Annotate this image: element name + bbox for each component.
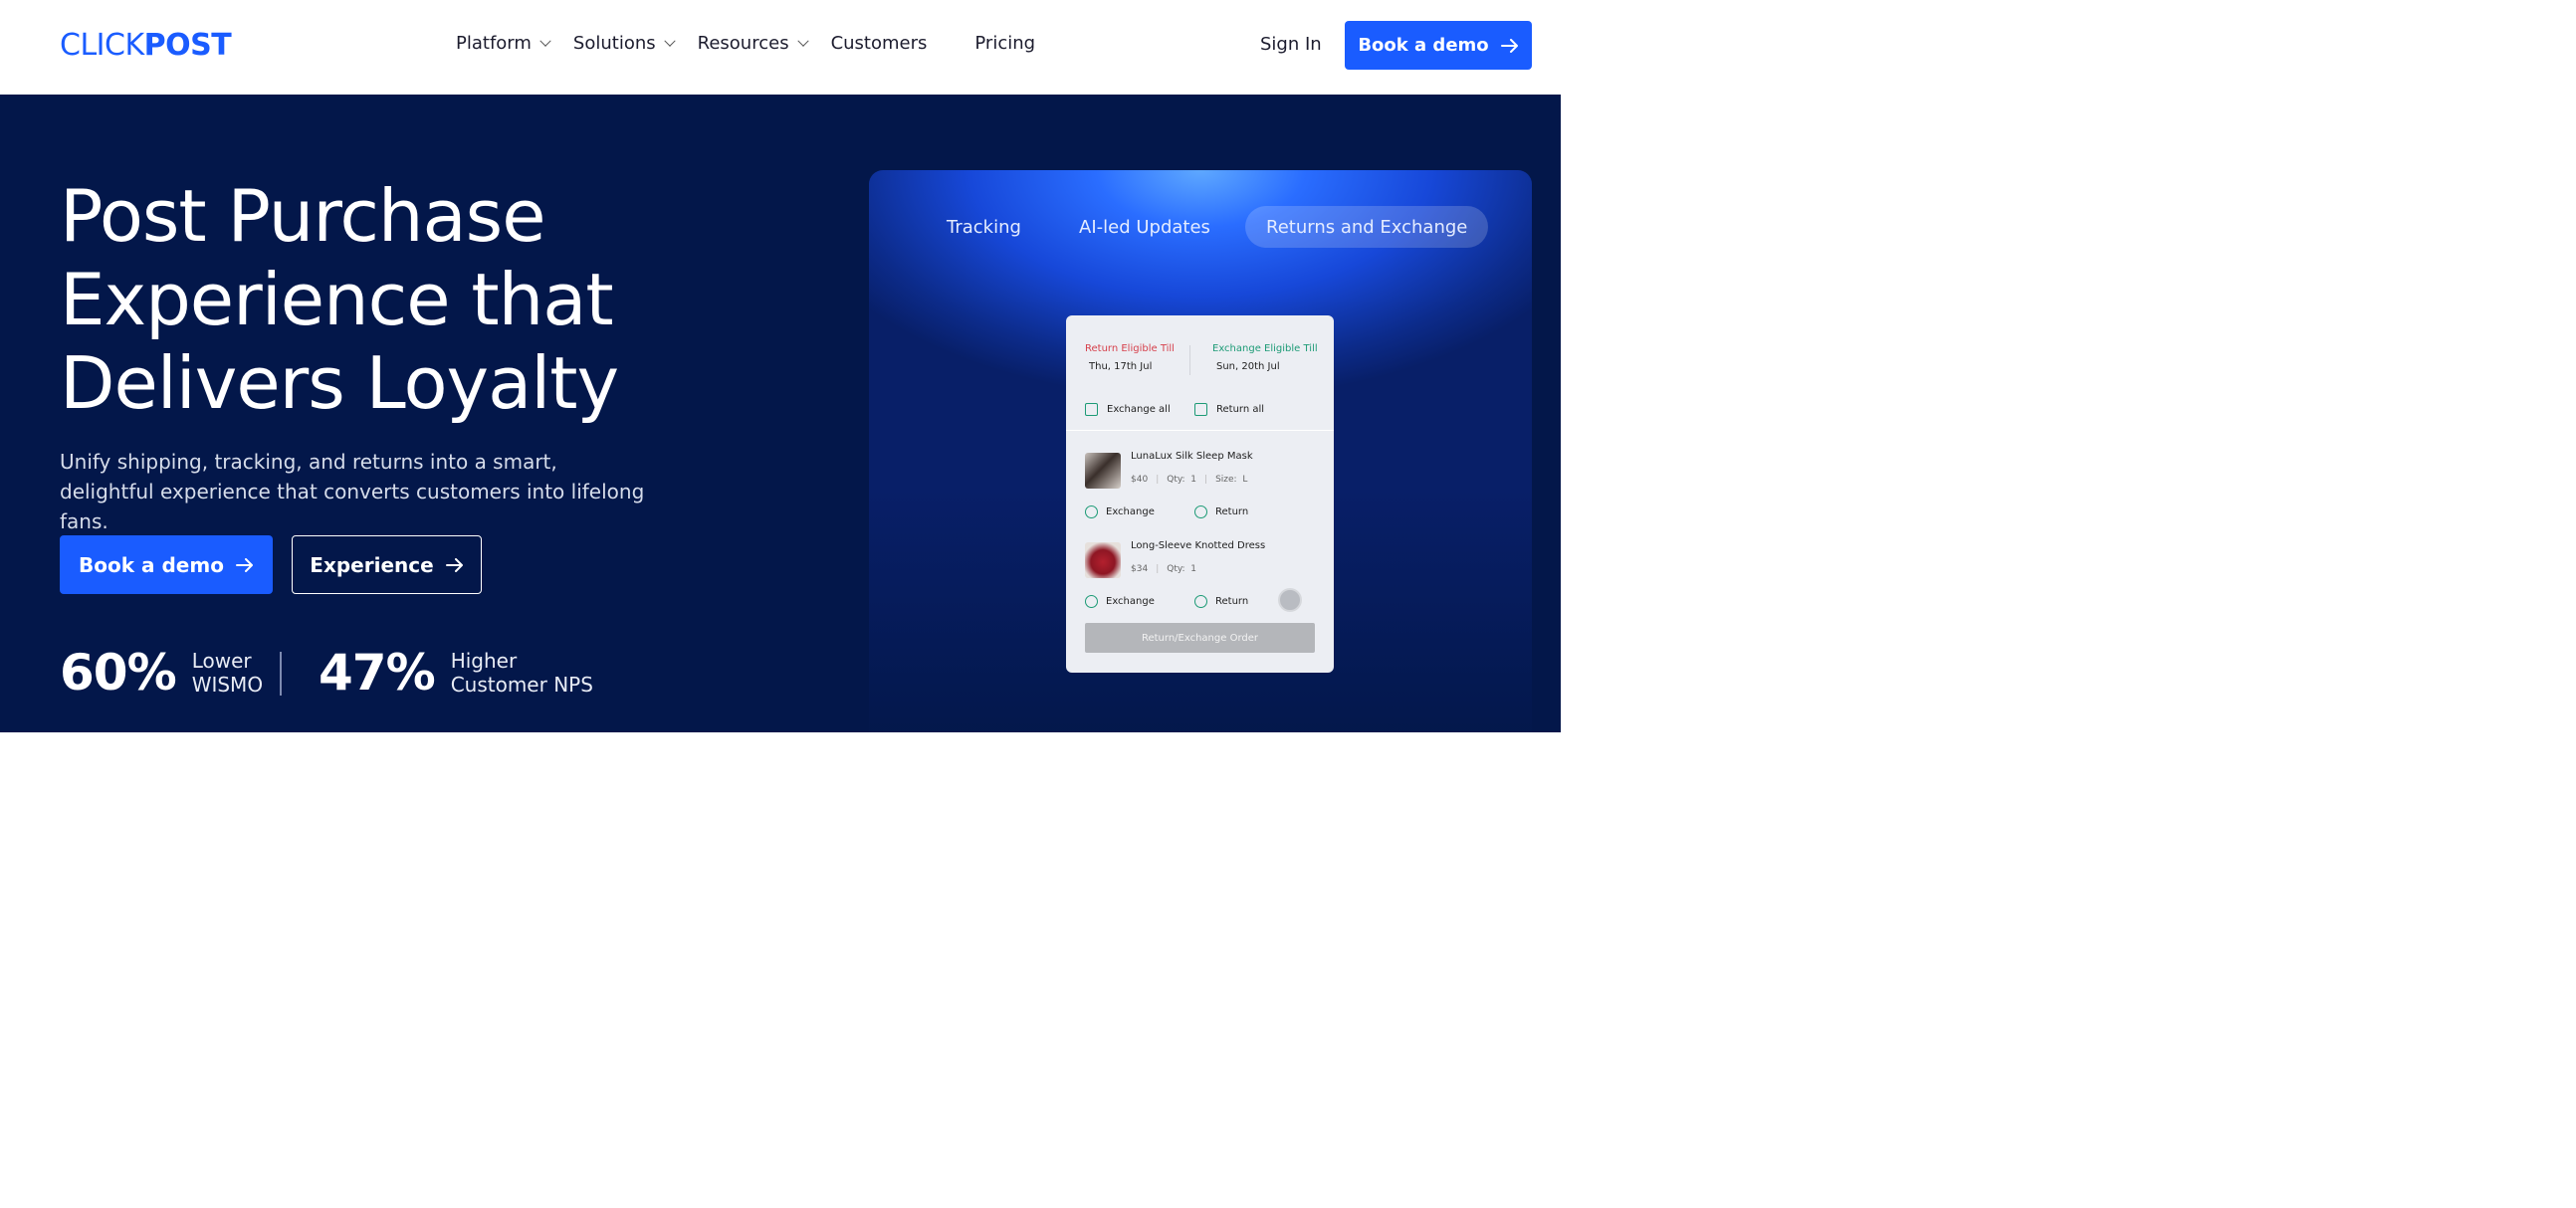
book-demo-label: Book a demo: [1358, 35, 1489, 56]
qty-label: Qty:: [1167, 475, 1185, 485]
exchange-all-label: Exchange all: [1107, 404, 1171, 415]
hero-title-line-2: Experience that: [60, 258, 614, 341]
nav-customers[interactable]: Customers: [831, 33, 928, 54]
nav-pricing[interactable]: Pricing: [974, 33, 1035, 54]
exchange-option-label: Exchange: [1106, 596, 1155, 607]
checkbox-icon: [1194, 403, 1207, 416]
product-thumbnail: [1085, 542, 1121, 578]
tab-ai-led-updates[interactable]: AI-led Updates: [1079, 206, 1210, 248]
product-name: LunaLux Silk Sleep Mask: [1131, 451, 1253, 462]
size-value: L: [1242, 475, 1248, 485]
nav-resources[interactable]: Resources: [697, 33, 809, 54]
nav-solutions[interactable]: Solutions: [572, 33, 676, 54]
product-thumbnail: [1085, 453, 1121, 489]
radio-icon: [1085, 505, 1098, 518]
book-demo-button-header[interactable]: Book a demo: [1345, 21, 1532, 70]
return-eligibility: Return Eligible Till Thu, 17th Jul: [1085, 343, 1175, 372]
exchange-eligibility: Exchange Eligible Till Sun, 20th Jul: [1212, 343, 1318, 372]
main-nav: Platform Solutions Resources Customers P…: [456, 33, 1035, 54]
meta-separator: |: [1204, 475, 1208, 485]
exchange-all-checkbox[interactable]: Exchange all: [1085, 403, 1171, 416]
product-meta: $40 | Qty: 1 | Size: L: [1131, 475, 1247, 485]
showcase-tabs: Tracking AI-led Updates Returns and Exch…: [869, 206, 1532, 248]
exchange-eligible-date: Sun, 20th Jul: [1216, 361, 1280, 372]
hero-title-line-1: Post Purchase: [60, 174, 545, 258]
item2-exchange-radio[interactable]: Exchange: [1085, 595, 1155, 608]
returns-card: Return Eligible Till Thu, 17th Jul Excha…: [1066, 315, 1334, 673]
product-price: $40: [1131, 475, 1149, 485]
arrow-right-icon: [1500, 38, 1519, 53]
size-label: Size:: [1215, 475, 1237, 485]
book-demo-button[interactable]: Book a demo: [60, 535, 273, 594]
nav-solutions-label: Solutions: [572, 33, 656, 54]
qty-label: Qty:: [1167, 564, 1185, 574]
stat-label-line-1: Lower: [191, 649, 252, 673]
hero-section: Post Purchase Experience that Delivers L…: [0, 95, 1561, 732]
qty-value: 1: [1190, 564, 1197, 574]
checkbox-icon: [1085, 403, 1098, 416]
nav-customers-label: Customers: [830, 33, 928, 54]
return-exchange-order-button[interactable]: Return/Exchange Order: [1085, 623, 1315, 653]
stat-label: Lower WISMO: [192, 649, 263, 697]
return-eligible-date: Thu, 17th Jul: [1089, 361, 1153, 372]
hero-title-line-3: Delivers Loyalty: [60, 341, 619, 425]
product-showcase-panel: Tracking AI-led Updates Returns and Exch…: [869, 170, 1532, 732]
nav-pricing-label: Pricing: [974, 33, 1036, 54]
product-name: Long-Sleeve Knotted Dress: [1131, 540, 1266, 551]
stat-divider: [280, 652, 282, 696]
chevron-down-icon: [539, 35, 551, 47]
hero-subtitle: Unify shipping, tracking, and returns in…: [60, 450, 645, 533]
item1-exchange-radio[interactable]: Exchange: [1085, 505, 1155, 518]
radio-icon: [1194, 595, 1207, 608]
stat-label-line-2: WISMO: [191, 673, 264, 697]
item1-return-radio[interactable]: Return: [1194, 505, 1248, 518]
eligibility-divider: [1189, 345, 1190, 375]
return-all-label: Return all: [1216, 404, 1265, 415]
stat-value: 60%: [60, 644, 177, 702]
stat-label-line-1: Higher: [450, 649, 518, 673]
arrow-right-icon: [445, 557, 464, 572]
meta-separator: |: [1156, 564, 1160, 574]
nav-platform-label: Platform: [456, 33, 532, 54]
stat-value: 47%: [319, 644, 436, 702]
return-all-checkbox[interactable]: Return all: [1194, 403, 1264, 416]
stat-wismo: 60% Lower WISMO: [60, 644, 263, 702]
radio-icon: [1194, 505, 1207, 518]
stat-label: Higher Customer NPS: [451, 649, 593, 697]
sign-in-link[interactable]: Sign In: [1260, 34, 1322, 55]
book-demo-label: Book a demo: [79, 552, 224, 577]
hero-title: Post Purchase Experience that Delivers L…: [60, 174, 717, 425]
nav-resources-label: Resources: [697, 33, 789, 54]
return-option-label: Return: [1215, 506, 1249, 517]
logo-light-text: CLICK: [60, 28, 144, 63]
return-eligible-label: Return Eligible Till: [1085, 343, 1175, 354]
tab-tracking[interactable]: Tracking: [947, 206, 1021, 248]
exchange-option-label: Exchange: [1106, 506, 1155, 517]
qty-value: 1: [1190, 475, 1197, 485]
item2-return-radio[interactable]: Return: [1194, 595, 1248, 608]
clickpost-logo[interactable]: CLICKPOST: [60, 28, 232, 63]
stat-label-line-2: Customer NPS: [450, 673, 593, 697]
nav-platform[interactable]: Platform: [456, 33, 551, 54]
arrow-right-icon: [235, 557, 254, 572]
product-meta: $34 | Qty: 1: [1131, 564, 1196, 574]
chevron-down-icon: [663, 35, 676, 47]
product-price: $34: [1131, 564, 1149, 574]
return-option-label: Return: [1215, 596, 1249, 607]
experience-label: Experience: [310, 552, 434, 577]
card-divider: [1066, 430, 1334, 431]
cursor-indicator: [1278, 588, 1302, 612]
meta-separator: |: [1156, 475, 1160, 485]
chevron-down-icon: [796, 35, 809, 47]
exchange-eligible-label: Exchange Eligible Till: [1212, 343, 1318, 354]
experience-button[interactable]: Experience: [292, 535, 482, 594]
stat-nps: 47% Higher Customer NPS: [319, 644, 593, 702]
radio-icon: [1085, 595, 1098, 608]
logo-bold-text: POST: [143, 28, 232, 63]
tab-returns-and-exchange[interactable]: Returns and Exchange: [1245, 206, 1489, 248]
site-header: CLICKPOST Platform Solutions Resources C…: [0, 0, 1561, 95]
